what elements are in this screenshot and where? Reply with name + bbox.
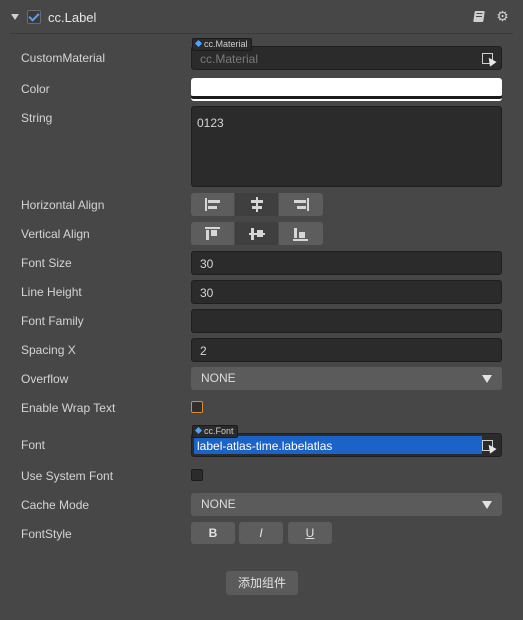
help-book-icon[interactable] bbox=[473, 11, 485, 22]
header-divider bbox=[10, 33, 513, 34]
underline-button[interactable]: U bbox=[288, 522, 332, 544]
asset-picker-icon[interactable] bbox=[481, 51, 497, 67]
font-family-input[interactable] bbox=[191, 309, 502, 333]
cache-mode-value: NONE bbox=[201, 497, 236, 511]
line-height-label: Line Height bbox=[21, 285, 82, 299]
component-header: cc.Label ⚙ bbox=[0, 0, 523, 33]
use-system-font-checkbox[interactable] bbox=[191, 469, 203, 481]
align-center-button[interactable] bbox=[235, 193, 279, 216]
use-system-font-label: Use System Font bbox=[21, 469, 114, 483]
align-top-button[interactable] bbox=[191, 222, 235, 245]
font-field[interactable]: label-atlas-time.labelatlas bbox=[191, 433, 502, 457]
spacing-x-value: 2 bbox=[200, 344, 207, 358]
overflow-value: NONE bbox=[201, 371, 236, 385]
custom-material-type-text: cc.Material bbox=[204, 39, 248, 49]
asset-picker-icon[interactable] bbox=[481, 438, 497, 454]
custom-material-value: cc.Material bbox=[200, 52, 259, 66]
font-size-label: Font Size bbox=[21, 256, 72, 270]
enable-wrap-text-label: Enable Wrap Text bbox=[21, 401, 116, 415]
string-value: 0123 bbox=[197, 116, 224, 130]
vertical-align-group bbox=[191, 222, 323, 245]
font-label: Font bbox=[21, 438, 46, 452]
align-right-button[interactable] bbox=[279, 193, 323, 216]
string-textarea[interactable]: 0123 bbox=[191, 106, 502, 187]
align-middle-button[interactable] bbox=[235, 222, 279, 245]
component-enabled-checkbox[interactable] bbox=[27, 10, 41, 24]
chevron-down-icon bbox=[482, 375, 492, 383]
chevron-down-icon bbox=[482, 501, 492, 509]
font-type-text: cc.Font bbox=[204, 426, 234, 436]
cache-mode-label: Cache Mode bbox=[21, 498, 90, 512]
font-style-label: FontStyle bbox=[21, 527, 72, 541]
horizontal-align-group bbox=[191, 193, 323, 216]
overflow-select[interactable]: NONE bbox=[191, 367, 502, 390]
font-size-input[interactable]: 30 bbox=[191, 251, 502, 275]
align-left-button[interactable] bbox=[191, 193, 235, 216]
custom-material-label: CustomMaterial bbox=[21, 51, 106, 65]
font-family-label: Font Family bbox=[21, 314, 84, 328]
add-component-button[interactable]: 添加组件 bbox=[226, 571, 298, 595]
bold-button[interactable]: B bbox=[191, 522, 235, 544]
horizontal-align-label: Horizontal Align bbox=[21, 198, 105, 212]
cache-mode-select[interactable]: NONE bbox=[191, 493, 502, 516]
line-height-input[interactable]: 30 bbox=[191, 280, 502, 304]
spacing-x-input[interactable]: 2 bbox=[191, 338, 502, 362]
component-title: cc.Label bbox=[48, 10, 97, 25]
font-size-value: 30 bbox=[200, 257, 214, 271]
asset-type-icon bbox=[194, 426, 203, 435]
font-type-tag: cc.Font bbox=[192, 425, 238, 438]
enable-wrap-text-checkbox[interactable] bbox=[191, 401, 203, 413]
custom-material-type-tag: cc.Material bbox=[192, 38, 252, 51]
italic-button[interactable]: I bbox=[239, 522, 283, 544]
spacing-x-label: Spacing X bbox=[21, 343, 76, 357]
gear-icon[interactable]: ⚙ bbox=[496, 9, 509, 23]
collapse-arrow-icon[interactable] bbox=[11, 14, 19, 20]
asset-type-icon bbox=[194, 39, 203, 48]
color-swatch[interactable] bbox=[191, 78, 502, 101]
string-label: String bbox=[21, 111, 53, 125]
color-label: Color bbox=[21, 82, 50, 96]
line-height-value: 30 bbox=[200, 286, 214, 300]
align-bottom-button[interactable] bbox=[279, 222, 323, 245]
font-value: label-atlas-time.labelatlas bbox=[197, 439, 333, 453]
vertical-align-label: Vertical Align bbox=[21, 227, 90, 241]
overflow-label: Overflow bbox=[21, 372, 69, 386]
